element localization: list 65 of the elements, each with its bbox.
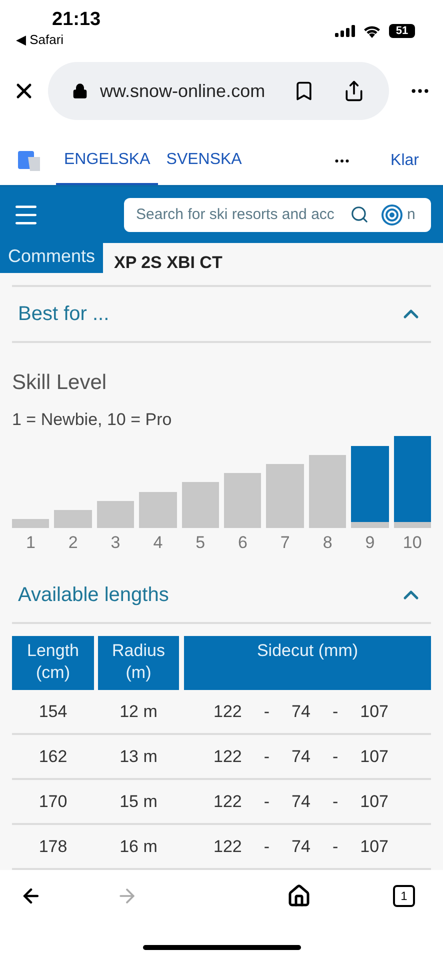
column-header: Length (cm)	[12, 636, 94, 690]
skill-level-title: Skill Level	[12, 370, 108, 396]
table-cell-text: -	[332, 790, 338, 812]
url-text: ww.snow-online.com	[100, 80, 266, 103]
table-cell-text: 74	[292, 790, 310, 812]
table-cell-text: -	[332, 700, 338, 722]
skill-scale-text: 1 = Newbie, 10 = Pro	[12, 408, 173, 431]
search-field[interactable]: Search for ski resorts and acc	[136, 204, 346, 226]
battery-icon: 51	[389, 24, 415, 38]
skill-level-label: 1	[24, 532, 36, 554]
search-text-fragment: n	[407, 204, 416, 225]
table-cell-text: 107	[360, 836, 388, 858]
table-cell-text: 122	[213, 746, 242, 768]
tab-count-button[interactable]: 1	[393, 884, 415, 907]
table-cell-text: 12 m	[118, 700, 158, 722]
target-icon[interactable]	[381, 204, 403, 226]
table-cell-text: -	[332, 836, 338, 858]
table-cell-text: 74	[292, 700, 310, 722]
lock-icon	[72, 83, 88, 100]
done-button[interactable]: Klar	[390, 148, 419, 173]
table-cell-text: 74	[292, 836, 310, 858]
skill-level-label: 8	[322, 532, 334, 554]
table-cell-text: -	[264, 836, 270, 858]
address-bar[interactable]: ww.snow-online.com	[48, 62, 389, 120]
table-cell-text: 107	[360, 746, 388, 768]
table-cell-text: -	[264, 700, 270, 722]
home-icon[interactable]	[287, 884, 311, 908]
table-cell-text: 16 m	[118, 836, 158, 858]
table-cell-text: 154	[38, 700, 68, 722]
language-tab[interactable]: ENGELSKA	[56, 137, 158, 185]
table-cell-text: -	[332, 746, 338, 768]
table-cell-text: 178	[38, 836, 68, 858]
search-icon[interactable]	[350, 205, 369, 224]
table-cell-text: 107	[360, 790, 388, 812]
table-cell-text: 170	[38, 790, 68, 812]
share-icon[interactable]	[343, 80, 365, 102]
table-cell-text: 13 m	[118, 746, 158, 768]
table-cell-text: 162	[38, 746, 68, 768]
skill-level-label: 9	[364, 532, 376, 554]
search-bar[interactable]: Search for ski resorts and acc n	[124, 198, 431, 232]
table-cell-text: 15 m	[118, 790, 158, 812]
back-to-app-link[interactable]: ◀ Safari	[16, 32, 64, 48]
table-cell-text: -	[264, 746, 270, 768]
table-cell-text: -	[264, 790, 270, 812]
language-tab[interactable]: SVENSKA	[158, 137, 250, 185]
column-header: Radius (m)	[98, 636, 179, 690]
section-header[interactable]: Best for ...	[12, 287, 431, 344]
skill-level-label: 2	[67, 532, 79, 554]
skill-level-label: 7	[279, 532, 291, 554]
skill-level-label: 5	[194, 532, 206, 554]
signal-icon	[335, 25, 355, 37]
skill-level-label: 4	[152, 532, 164, 554]
skill-level-label: 10	[402, 532, 423, 554]
table-cell-text: 122	[213, 836, 242, 858]
table-cell-text: 107	[360, 700, 388, 722]
section-header[interactable]: Available lengths	[12, 568, 431, 624]
skill-level-label: 6	[237, 532, 248, 554]
table-cell-text: 74	[292, 746, 310, 768]
status-time: 21:13	[51, 8, 101, 32]
skill-level-label: 3	[110, 532, 122, 554]
wifi-icon	[363, 24, 381, 38]
table-cell-text: 122	[213, 700, 242, 722]
product-title: XP 2S XBI CT	[114, 252, 222, 274]
table-cell-text: 122	[213, 790, 242, 812]
column-header: Sidecut (mm)	[184, 636, 431, 690]
